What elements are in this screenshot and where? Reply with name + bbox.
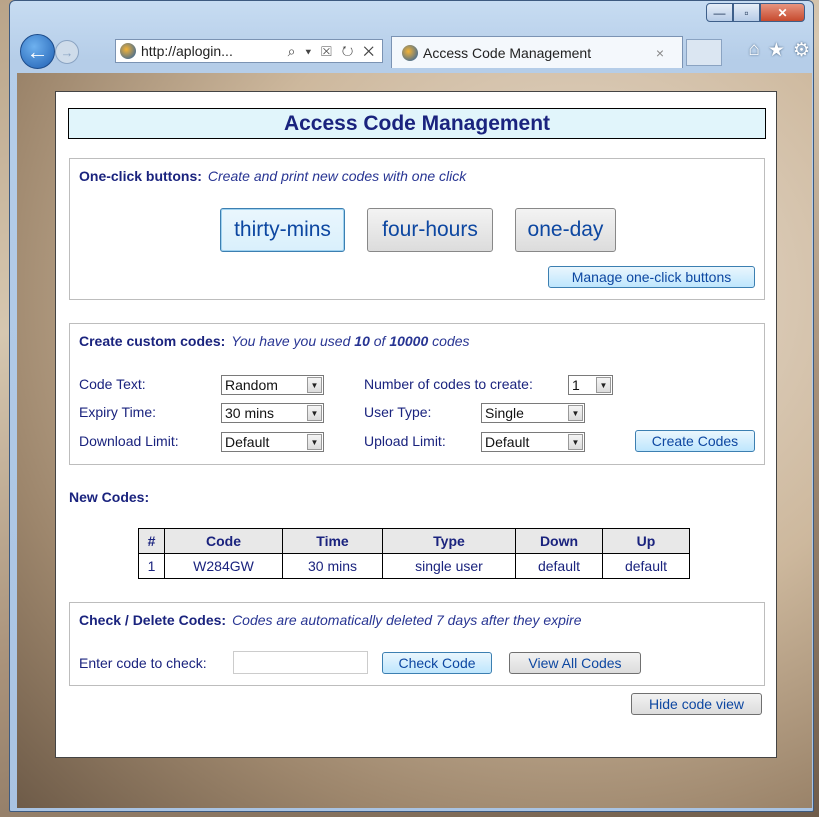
chevron-down-icon: ▼ <box>307 377 322 393</box>
check-delete-heading: Check / Delete Codes: Codes are automatic… <box>79 612 581 628</box>
one-click-subtitle: Create and print new codes with one clic… <box>207 168 467 184</box>
user-type-value: Single <box>485 405 524 421</box>
thirty-mins-button[interactable]: thirty-mins <box>220 208 345 252</box>
maximize-button[interactable]: ▫ <box>733 3 760 22</box>
tab-access-code-management[interactable]: Access Code Management × <box>391 36 683 68</box>
chevron-down-icon: ▼ <box>568 405 583 421</box>
code-text-select[interactable]: Random ▼ <box>221 375 324 395</box>
check-delete-subtitle: Codes are automatically deleted 7 days a… <box>232 612 582 628</box>
cell-time: 30 mins <box>282 553 383 579</box>
cell-code: W284GW <box>164 553 283 579</box>
total-count: 10000 <box>389 333 429 349</box>
manage-one-click-buttons-button[interactable]: Manage one-click buttons <box>548 266 755 288</box>
user-type-select[interactable]: Single ▼ <box>481 403 585 423</box>
table-row: 1 W284GW 30 mins single user default def… <box>138 553 690 579</box>
access-code-panel: Access Code Management One-click buttons… <box>55 91 777 758</box>
column-header-down: Down <box>515 528 603 554</box>
number-of-codes-label: Number of codes to create: <box>364 376 533 392</box>
check-delete-title: Check / Delete Codes: <box>79 612 227 628</box>
expiry-time-select[interactable]: 30 mins ▼ <box>221 403 324 423</box>
address-tools-icons[interactable]: ⌕ ▾ ☒ ↻ ✕ <box>288 43 382 60</box>
download-limit-label: Download Limit: <box>79 433 179 449</box>
one-click-title: One-click buttons: <box>79 168 202 184</box>
usage-suffix: codes <box>432 333 470 349</box>
site-icon <box>120 43 136 59</box>
address-bar[interactable]: http://aplogin... ⌕ ▾ ☒ ↻ ✕ <box>115 39 383 63</box>
cell-type: single user <box>382 553 516 579</box>
view-all-codes-button[interactable]: View All Codes <box>509 652 641 674</box>
column-header-time: Time <box>282 528 383 554</box>
tab-title: Access Code Management <box>423 44 592 61</box>
close-window-button[interactable]: ✕ <box>760 3 805 22</box>
chevron-down-icon: ▼ <box>307 405 322 421</box>
new-codes-table: # Code Time Type Down Up 1 W284GW 30 min… <box>138 528 690 579</box>
cell-number: 1 <box>138 553 165 579</box>
hide-code-view-button[interactable]: Hide code view <box>631 693 762 715</box>
address-text: http://aplogin... <box>141 43 233 59</box>
upload-limit-label: Upload Limit: <box>364 433 446 449</box>
download-limit-value: Default <box>225 434 270 450</box>
home-icon[interactable]: ⌂ <box>748 39 759 62</box>
cell-down: default <box>515 553 603 579</box>
code-check-input[interactable] <box>233 651 368 674</box>
browser-toolbar-icons: ⌂ ★ ⚙ <box>748 39 810 62</box>
number-of-codes-value: 1 <box>572 377 580 393</box>
used-count: 10 <box>354 333 370 349</box>
forward-button[interactable]: → <box>55 40 79 64</box>
column-header-number: # <box>138 528 165 554</box>
new-tab-button[interactable] <box>686 39 722 66</box>
chevron-down-icon: ▼ <box>596 377 611 393</box>
check-code-button[interactable]: Check Code <box>382 652 492 674</box>
chevron-down-icon: ▼ <box>307 434 322 450</box>
minimize-button[interactable]: — <box>706 3 733 22</box>
one-click-section: One-click buttons: Create and print new c… <box>69 158 765 300</box>
usage-of: of <box>373 333 386 349</box>
user-type-label: User Type: <box>364 404 432 420</box>
usage-prefix: You have you used <box>231 333 351 349</box>
back-arrow-icon: ← <box>26 38 49 64</box>
back-button[interactable]: ← <box>20 34 55 69</box>
code-text-value: Random <box>225 377 278 393</box>
custom-codes-heading: Create custom codes: You have you used 10… <box>79 333 470 349</box>
upload-limit-select[interactable]: Default ▼ <box>481 432 585 452</box>
tab-close-icon[interactable]: × <box>656 45 664 61</box>
cell-up: default <box>602 553 690 579</box>
create-codes-button[interactable]: Create Codes <box>635 430 755 452</box>
custom-codes-section: Create custom codes: You have you used 10… <box>69 323 765 465</box>
expiry-time-label: Expiry Time: <box>79 404 157 420</box>
download-limit-select[interactable]: Default ▼ <box>221 432 324 452</box>
chevron-down-icon: ▼ <box>568 434 583 450</box>
column-header-up: Up <box>602 528 690 554</box>
enter-code-label: Enter code to check: <box>79 655 207 671</box>
navigation-bar: ← → http://aplogin... ⌕ ▾ ☒ ↻ ✕ Access C… <box>20 34 810 69</box>
column-header-type: Type <box>382 528 516 554</box>
upload-limit-value: Default <box>485 434 530 450</box>
new-codes-heading: New Codes: <box>69 489 150 505</box>
usage-text: You have you used 10 of 10000 codes <box>231 333 469 349</box>
check-delete-section: Check / Delete Codes: Codes are automatic… <box>69 602 765 686</box>
four-hours-button[interactable]: four-hours <box>367 208 493 252</box>
window-controls: — ▫ ✕ <box>706 3 805 22</box>
page-title: Access Code Management <box>68 108 766 139</box>
number-of-codes-select[interactable]: 1 ▼ <box>568 375 613 395</box>
one-click-heading: One-click buttons: Create and print new c… <box>79 168 466 184</box>
expiry-time-value: 30 mins <box>225 405 275 421</box>
code-text-label: Code Text: <box>79 376 146 392</box>
table-header-row: # Code Time Type Down Up <box>138 528 690 554</box>
forward-arrow-icon: → <box>60 44 74 60</box>
one-day-button[interactable]: one-day <box>515 208 616 252</box>
column-header-code: Code <box>164 528 283 554</box>
favorites-star-icon[interactable]: ★ <box>768 39 785 62</box>
tab-site-icon <box>402 44 418 61</box>
gear-icon[interactable]: ⚙ <box>793 39 810 62</box>
custom-codes-title: Create custom codes: <box>79 333 226 349</box>
